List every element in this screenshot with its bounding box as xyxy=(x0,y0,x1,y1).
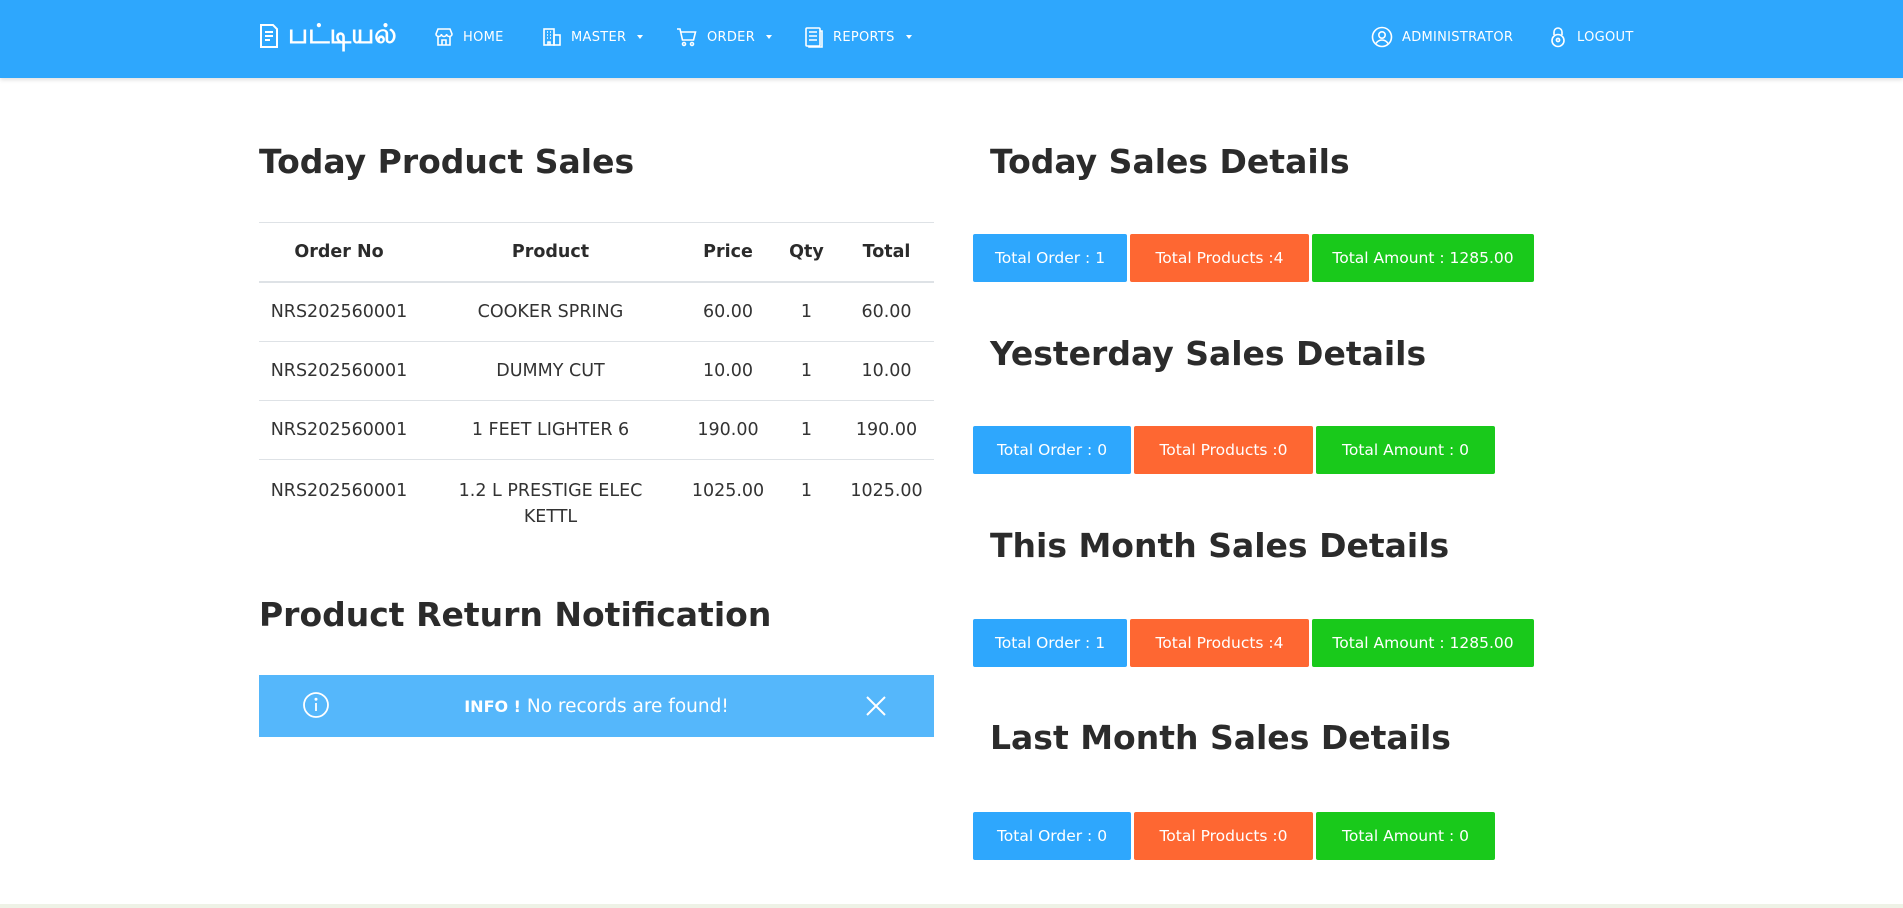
column-header: Product xyxy=(419,222,682,283)
total-cell: 190.00 xyxy=(839,400,934,460)
today-product-sales-title: Today Product Sales xyxy=(259,142,635,181)
nav-master-label: MASTER xyxy=(571,29,627,45)
page-bottom-divider xyxy=(0,904,1903,908)
yesterday-sales-buttons: Total Order : 0 Total Products :0 Total … xyxy=(973,426,1495,474)
nav-home-label: HOME xyxy=(463,29,504,45)
price-cell: 1025.00 xyxy=(691,481,765,501)
nav-reports-label: REPORTS xyxy=(833,29,895,45)
last-month-total-amount-button[interactable]: Total Amount : 0 xyxy=(1316,812,1495,860)
nav-administrator[interactable]: ADMINISTRATOR xyxy=(1371,22,1513,52)
qty-cell: 1 xyxy=(774,282,839,342)
column-header: Price xyxy=(682,222,774,283)
top-navbar: பட்டியல் HOME MASTER ORDER REPORTS ADMIN… xyxy=(0,0,1903,78)
today-total-order-button[interactable]: Total Order : 1 xyxy=(973,234,1127,282)
nav-logout-label: LOGOUT xyxy=(1577,29,1634,45)
cart-icon xyxy=(676,27,698,47)
order-no-cell: NRS202560001 xyxy=(259,400,419,460)
last-month-sales-buttons: Total Order : 0 Total Products :0 Total … xyxy=(973,812,1495,860)
today-total-products-button[interactable]: Total Products :4 xyxy=(1130,234,1309,282)
last-month-total-products-button[interactable]: Total Products :0 xyxy=(1134,812,1313,860)
product-cell: COOKER SPRING xyxy=(419,282,682,342)
yesterday-sales-title: Yesterday Sales Details xyxy=(990,334,1427,373)
column-header: Order No xyxy=(259,222,419,283)
column-header: Total xyxy=(839,222,934,283)
today-total-amount-button[interactable]: Total Amount : 1285.00 xyxy=(1312,234,1534,282)
today-sales-title: Today Sales Details xyxy=(990,142,1350,181)
this-month-total-products-button[interactable]: Total Products :4 xyxy=(1130,619,1309,667)
last-month-total-order-button[interactable]: Total Order : 0 xyxy=(973,812,1131,860)
table-row: NRS202560001 1 FEET LIGHTER 6 190.00 1 1… xyxy=(259,400,934,460)
this-month-sales-title: This Month Sales Details xyxy=(990,526,1450,565)
nav-order[interactable]: ORDER xyxy=(676,22,773,52)
user-icon xyxy=(1371,26,1393,48)
document-list-icon xyxy=(258,23,280,49)
nav-reports[interactable]: REPORTS xyxy=(804,22,912,52)
table-row: NRS202560001 1.2 L PRESTIGE ELEC KETTL 1… xyxy=(259,460,934,540)
report-icon xyxy=(804,26,824,48)
alert-prefix: INFO ! xyxy=(464,696,521,716)
this-month-sales-buttons: Total Order : 1 Total Products :4 Total … xyxy=(973,619,1534,667)
product-sales-table: Order No Product Price Qty Total NRS2025… xyxy=(259,222,934,539)
table-header-row: Order No Product Price Qty Total xyxy=(259,222,934,283)
brand-link[interactable]: பட்டியல் xyxy=(258,16,397,56)
this-month-total-amount-button[interactable]: Total Amount : 1285.00 xyxy=(1312,619,1534,667)
product-cell: 1 FEET LIGHTER 6 xyxy=(419,400,682,460)
nav-home[interactable]: HOME xyxy=(434,22,504,52)
order-no-cell: NRS202560001 xyxy=(259,341,419,401)
building-icon xyxy=(542,27,562,47)
alert-text: INFO ! No records are found! xyxy=(259,696,934,717)
nav-order-label: ORDER xyxy=(707,29,756,45)
chevron-down-icon xyxy=(905,35,912,39)
total-cell: 1025.00 xyxy=(850,481,923,501)
store-icon xyxy=(434,27,454,47)
yesterday-total-order-button[interactable]: Total Order : 0 xyxy=(973,426,1131,474)
price-cell: 190.00 xyxy=(682,400,774,460)
product-return-title: Product Return Notification xyxy=(259,595,772,634)
lock-icon xyxy=(1548,26,1568,48)
price-cell: 10.00 xyxy=(682,341,774,401)
chevron-down-icon xyxy=(766,35,773,39)
info-alert: INFO ! No records are found! xyxy=(259,675,934,737)
nav-logout[interactable]: LOGOUT xyxy=(1548,22,1634,52)
last-month-sales-title: Last Month Sales Details xyxy=(990,718,1451,757)
this-month-total-order-button[interactable]: Total Order : 1 xyxy=(973,619,1127,667)
qty-cell: 1 xyxy=(774,341,839,401)
total-cell: 60.00 xyxy=(839,282,934,342)
price-cell: 60.00 xyxy=(682,282,774,342)
nav-master[interactable]: MASTER xyxy=(542,22,644,52)
yesterday-total-products-button[interactable]: Total Products :0 xyxy=(1134,426,1313,474)
product-line-2: KETTL xyxy=(523,507,578,527)
table-row: NRS202560001 COOKER SPRING 60.00 1 60.00 xyxy=(259,282,934,342)
product-cell: DUMMY CUT xyxy=(419,341,682,401)
table-row: NRS202560001 DUMMY CUT 10.00 1 10.00 xyxy=(259,341,934,401)
alert-message: No records are found! xyxy=(526,695,729,717)
column-header: Qty xyxy=(774,222,839,283)
order-no-cell: NRS202560001 xyxy=(270,481,408,501)
total-cell: 10.00 xyxy=(839,341,934,401)
chevron-down-icon xyxy=(637,35,644,39)
qty-cell: 1 xyxy=(800,481,813,501)
qty-cell: 1 xyxy=(774,400,839,460)
brand-text: பட்டியல் xyxy=(288,18,397,50)
product-cell: 1.2 L PRESTIGE ELEC KETTL xyxy=(419,460,682,540)
close-icon[interactable] xyxy=(865,695,887,717)
nav-administrator-label: ADMINISTRATOR xyxy=(1402,29,1514,45)
order-no-cell: NRS202560001 xyxy=(259,282,419,342)
today-sales-buttons: Total Order : 1 Total Products :4 Total … xyxy=(973,234,1534,282)
yesterday-total-amount-button[interactable]: Total Amount : 0 xyxy=(1316,426,1495,474)
product-line-1: 1.2 L PRESTIGE ELEC xyxy=(458,481,643,501)
